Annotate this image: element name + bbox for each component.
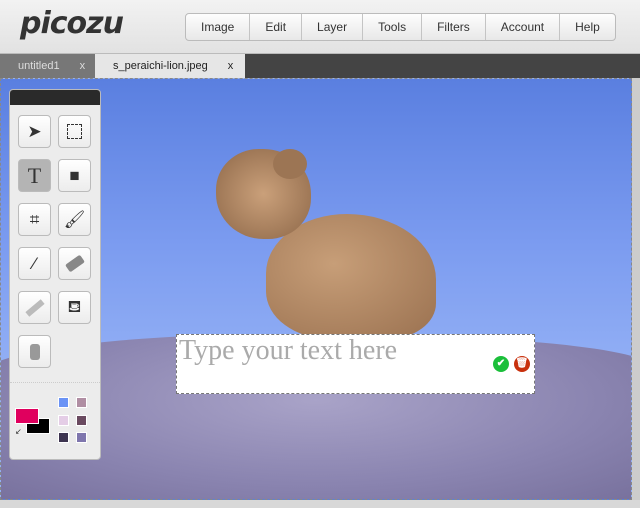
lion-image-region xyxy=(266,214,436,339)
crop-icon: ⌗ xyxy=(29,209,40,229)
color-swatch[interactable] xyxy=(76,415,87,426)
menu-bar: Image Edit Layer Tools Filters Account H… xyxy=(185,13,616,41)
ruler-icon xyxy=(24,298,45,317)
lion-ear-image-region xyxy=(273,149,307,179)
toolbox: ➤ T ■ ⌗ 🖌 ⁄ ⛾ ↙ xyxy=(9,89,101,460)
fill-tool[interactable]: ⛾ xyxy=(58,291,91,324)
text-t-icon: T xyxy=(27,162,42,188)
tab-untitled1[interactable]: untitled1 x xyxy=(0,54,95,78)
color-swatch[interactable] xyxy=(58,432,69,443)
tab-lion-jpeg[interactable]: s_peraichi-lion.jpeg x xyxy=(95,54,245,78)
vertical-scrollbar[interactable] xyxy=(632,78,640,500)
spray-tool[interactable] xyxy=(18,335,51,368)
document-tabs: untitled1 x s_peraichi-lion.jpeg x xyxy=(0,54,640,78)
primary-color[interactable] xyxy=(15,408,39,424)
select-tool[interactable] xyxy=(58,115,91,148)
logo[interactable]: picozu xyxy=(20,6,124,41)
eyedropper-tool[interactable]: ⁄ xyxy=(18,247,51,280)
close-icon[interactable]: x xyxy=(228,60,234,72)
tab-label: untitled1 xyxy=(18,60,60,72)
eraser-icon xyxy=(64,254,85,273)
color-swatch[interactable] xyxy=(76,432,87,443)
move-arrow-icon: ➤ xyxy=(27,121,42,141)
ruler-tool[interactable] xyxy=(18,291,51,324)
close-icon[interactable]: x xyxy=(80,60,86,72)
paint-bucket-icon: ⛾ xyxy=(67,296,82,316)
toolbox-divider xyxy=(10,382,100,383)
header: picozu Image Edit Layer Tools Filters Ac… xyxy=(0,0,640,54)
menu-tools[interactable]: Tools xyxy=(363,14,423,40)
toolbox-handle[interactable] xyxy=(10,90,100,105)
brush-tool[interactable]: 🖌 xyxy=(58,203,91,236)
text-tool[interactable]: T xyxy=(18,159,51,192)
shape-tool[interactable]: ■ xyxy=(58,159,91,192)
swap-colors-icon[interactable]: ↙ xyxy=(15,427,22,436)
marquee-icon xyxy=(67,124,82,139)
shapes-icon: ■ xyxy=(69,165,80,185)
eraser-tool[interactable] xyxy=(58,247,91,280)
menu-edit[interactable]: Edit xyxy=(250,14,303,40)
spray-can-icon xyxy=(29,343,40,360)
brush-icon: 🖌 xyxy=(63,209,86,229)
delete-trash-icon[interactable]: 🗑 xyxy=(514,356,530,372)
color-swatch[interactable] xyxy=(58,415,69,426)
menu-image[interactable]: Image xyxy=(186,14,251,40)
color-swatch[interactable] xyxy=(76,397,87,408)
tab-label: s_peraichi-lion.jpeg xyxy=(113,60,208,72)
menu-account[interactable]: Account xyxy=(486,14,561,40)
eyedropper-icon: ⁄ xyxy=(33,253,36,273)
text-placeholder[interactable]: Type your text here xyxy=(179,335,397,367)
menu-help[interactable]: Help xyxy=(560,14,615,40)
crop-tool[interactable]: ⌗ xyxy=(18,203,51,236)
confirm-check-icon[interactable]: ✔ xyxy=(493,356,509,372)
menu-filters[interactable]: Filters xyxy=(422,14,486,40)
text-input-box[interactable]: Type your text here ✔ 🗑 xyxy=(176,334,535,394)
move-tool[interactable]: ➤ xyxy=(18,115,51,148)
color-swatch[interactable] xyxy=(58,397,69,408)
menu-layer[interactable]: Layer xyxy=(302,14,364,40)
